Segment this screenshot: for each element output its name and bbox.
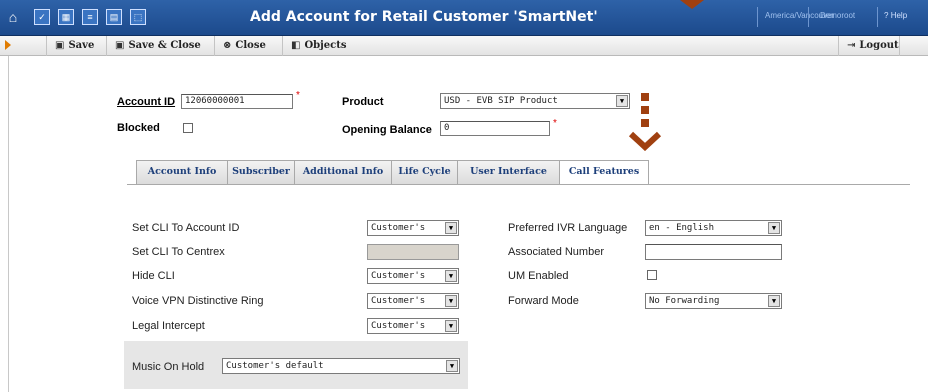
save-close-label: Save & Close bbox=[128, 40, 201, 51]
tab-additional-info[interactable]: Additional Info bbox=[294, 160, 392, 184]
legal-intercept-label: Legal Intercept bbox=[132, 320, 205, 332]
logout-icon: ⇥ bbox=[847, 40, 856, 51]
grid-icon[interactable]: ▦ bbox=[58, 9, 74, 25]
set-cli-account-value: Customer's bbox=[371, 223, 426, 233]
opening-balance-label: Opening Balance bbox=[342, 124, 432, 136]
floppy-close-icon: ▣ bbox=[115, 40, 125, 51]
blocked-label: Blocked bbox=[117, 122, 160, 134]
music-on-hold-select[interactable]: Customer's default ▼ bbox=[222, 358, 460, 374]
toolbar: ▣ Save ▣ Save & Close ⊗ Close ◧ Objects ⇥ Log… bbox=[0, 36, 928, 56]
logout-button[interactable]: ⇥ Logout bbox=[838, 36, 900, 56]
product-select[interactable]: USD - EVB SIP Product ▼ bbox=[440, 93, 630, 109]
set-cli-account-label: Set CLI To Account ID bbox=[132, 222, 240, 234]
account-id-input[interactable]: 12060000001 bbox=[181, 94, 293, 109]
tab-user-interface[interactable]: User Interface bbox=[457, 160, 560, 184]
music-on-hold-label: Music On Hold bbox=[132, 361, 205, 373]
set-cli-account-select[interactable]: Customer's ▼ bbox=[367, 220, 459, 236]
voice-vpn-ring-label: Voice VPN Distinctive Ring bbox=[132, 295, 264, 307]
blocked-checkbox[interactable] bbox=[183, 123, 193, 133]
ivr-language-select[interactable]: en - English ▼ bbox=[645, 220, 782, 236]
title-bar: ⌂ ✓ ▦ ≡ ▤ ⬚ Add Account for Retail Custo… bbox=[0, 0, 928, 36]
save-button[interactable]: ▣ Save bbox=[46, 36, 94, 56]
dot-icon bbox=[641, 93, 649, 101]
logout-label: Logout bbox=[859, 40, 899, 51]
chevron-down-icon: ▼ bbox=[768, 222, 780, 234]
forward-mode-value: No Forwarding bbox=[649, 296, 720, 306]
legal-intercept-select[interactable]: Customer's ▼ bbox=[367, 318, 459, 334]
tab-call-features[interactable]: Call Features bbox=[559, 160, 649, 185]
set-cli-centrex-label: Set CLI To Centrex bbox=[132, 246, 225, 258]
required-mark: * bbox=[296, 90, 300, 101]
calendar-icon[interactable]: ▤ bbox=[106, 9, 122, 25]
user-link[interactable]: Demoroot bbox=[820, 11, 855, 20]
help-link[interactable]: ? Help bbox=[884, 11, 907, 20]
save-label: Save bbox=[68, 40, 95, 51]
forward-mode-label: Forward Mode bbox=[508, 295, 579, 307]
close-icon: ⊗ bbox=[223, 40, 232, 51]
tab-divider bbox=[127, 184, 910, 185]
opening-balance-input[interactable]: 0 bbox=[440, 121, 550, 136]
hide-cli-label: Hide CLI bbox=[132, 270, 175, 282]
voice-vpn-ring-value: Customer's bbox=[371, 296, 426, 306]
chart-icon[interactable]: ⬚ bbox=[130, 9, 146, 25]
close-label: Close bbox=[235, 40, 266, 51]
associated-number-label: Associated Number bbox=[508, 246, 604, 258]
chevron-down-icon: ▼ bbox=[445, 270, 457, 282]
required-mark: * bbox=[553, 118, 557, 129]
save-close-button[interactable]: ▣ Save & Close bbox=[106, 36, 201, 56]
dot-icon bbox=[641, 106, 649, 114]
chevron-down-icon: ▼ bbox=[616, 95, 628, 107]
home-icon[interactable]: ⌂ bbox=[5, 9, 21, 25]
close-button[interactable]: ⊗ Close bbox=[214, 36, 266, 56]
chevron-down-icon: ▼ bbox=[445, 320, 457, 332]
product-value: USD - EVB SIP Product bbox=[444, 96, 558, 106]
voice-vpn-ring-select[interactable]: Customer's ▼ bbox=[367, 293, 459, 309]
account-id-label: Account ID bbox=[117, 96, 176, 108]
chevron-down-icon: ▼ bbox=[446, 360, 458, 372]
objects-icon: ◧ bbox=[291, 40, 301, 51]
legal-intercept-value: Customer's bbox=[371, 321, 426, 331]
um-enabled-checkbox[interactable] bbox=[647, 270, 657, 280]
tab-account-info[interactable]: Account Info bbox=[136, 160, 228, 184]
chevron-down-icon: ▼ bbox=[445, 222, 457, 234]
chevron-down-icon bbox=[628, 131, 662, 151]
um-enabled-label: UM Enabled bbox=[508, 270, 569, 282]
help-icon: ? bbox=[884, 11, 889, 20]
associated-number-input[interactable] bbox=[645, 244, 782, 260]
page-title: Add Account for Retail Customer 'SmartNe… bbox=[250, 9, 598, 25]
objects-button[interactable]: ◧ Objects bbox=[282, 36, 346, 56]
objects-label: Objects bbox=[304, 40, 347, 51]
document-icon[interactable]: ≡ bbox=[82, 9, 98, 25]
checklist-icon[interactable]: ✓ bbox=[34, 9, 50, 25]
pointer-arrow-icon bbox=[680, 0, 704, 9]
play-icon bbox=[5, 40, 11, 50]
chevron-down-icon: ▼ bbox=[445, 295, 457, 307]
tab-life-cycle[interactable]: Life Cycle bbox=[391, 160, 458, 184]
chevron-down-icon: ▼ bbox=[768, 295, 780, 307]
music-on-hold-value: Customer's default bbox=[226, 361, 324, 371]
set-cli-centrex-field bbox=[367, 244, 459, 260]
hide-cli-value: Customer's bbox=[371, 271, 426, 281]
hide-cli-select[interactable]: Customer's ▼ bbox=[367, 268, 459, 284]
dot-icon bbox=[641, 119, 649, 127]
help-label: Help bbox=[890, 11, 908, 20]
product-label: Product bbox=[342, 96, 384, 108]
tab-subscriber[interactable]: Subscriber bbox=[227, 160, 295, 184]
ivr-language-value: en - English bbox=[649, 223, 715, 233]
forward-mode-select[interactable]: No Forwarding ▼ bbox=[645, 293, 782, 309]
ivr-language-label: Preferred IVR Language bbox=[508, 222, 628, 234]
floppy-icon: ▣ bbox=[55, 40, 65, 51]
